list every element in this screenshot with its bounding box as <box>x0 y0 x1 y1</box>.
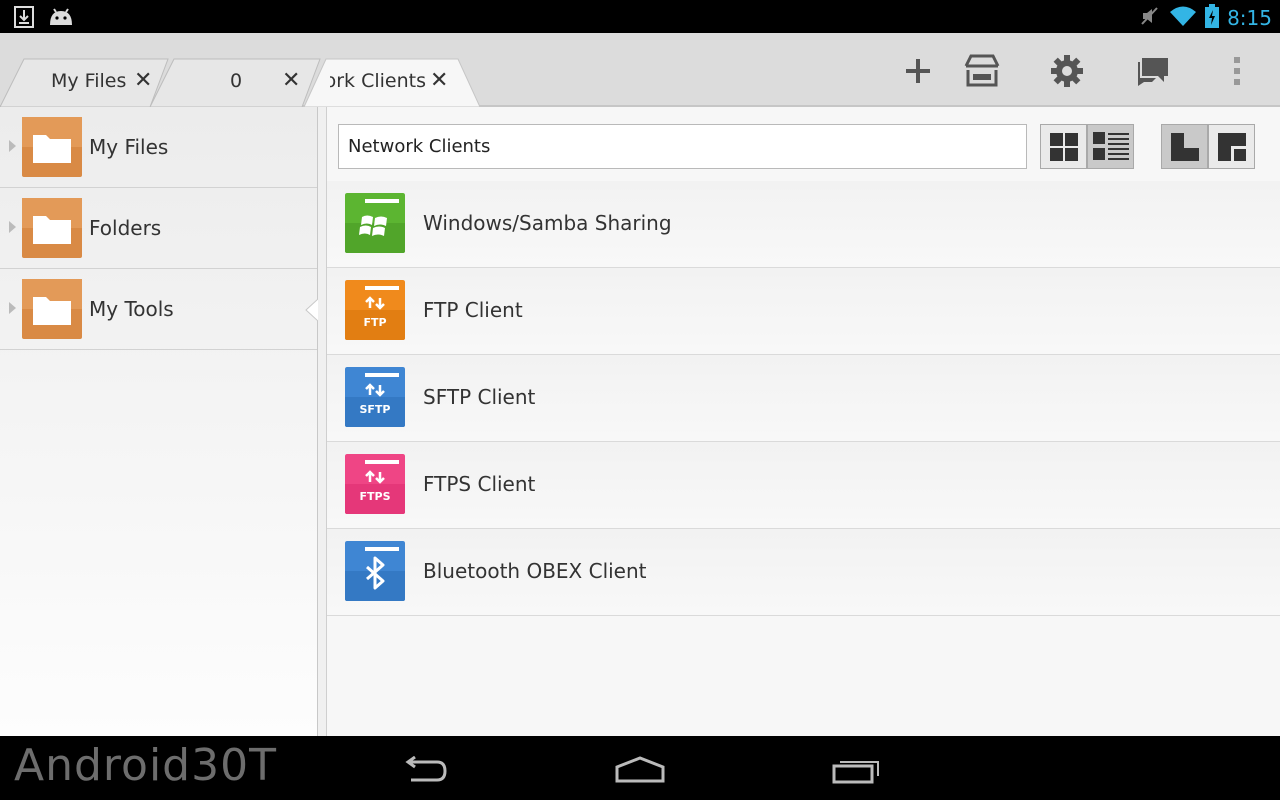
expand-arrow-icon[interactable] <box>9 302 16 314</box>
watermark-logo: Android30T <box>14 740 277 791</box>
android-debug-icon <box>48 7 74 31</box>
close-tab-icon[interactable]: ✕ <box>282 69 300 93</box>
add-icon <box>906 59 930 83</box>
add-button[interactable] <box>896 51 940 91</box>
recent-apps-icon <box>832 761 879 784</box>
download-notification-icon <box>14 6 34 32</box>
overflow-menu-icon <box>1234 57 1240 85</box>
file-list-panel: Windows/Samba Sharing FTP FTP Client SFT… <box>327 107 1280 736</box>
dual-pane-icon <box>1217 132 1246 161</box>
settings-button[interactable] <box>1045 51 1089 91</box>
sidebar-item-label: My Tools <box>89 297 174 321</box>
settings-icon <box>1051 55 1083 87</box>
tab-label: My Files <box>51 70 127 92</box>
battery-charging-icon <box>1205 4 1220 32</box>
list-item-windows-samba[interactable]: Windows/Samba Sharing <box>327 181 1280 268</box>
sidebar-item-my-tools[interactable]: My Tools <box>0 269 317 350</box>
list-item-label: Bluetooth OBEX Client <box>423 559 647 583</box>
status-bar: 8:15 <box>0 0 1280 33</box>
navigation-tree-panel: My Files Folders My Tools <box>0 107 318 736</box>
ftp-badge: FTP <box>363 316 386 329</box>
system-navigation-bar: Android30T <box>0 736 1280 800</box>
tab-my-files[interactable]: My Files ✕ <box>0 58 170 107</box>
sidebar-item-label: My Files <box>89 135 169 159</box>
ftp-icon: FTP <box>345 280 405 340</box>
overflow-menu-button[interactable] <box>1215 51 1259 91</box>
folder-icon <box>22 117 82 177</box>
tab-label: ork Clients <box>330 70 426 92</box>
close-tab-icon[interactable]: ✕ <box>430 69 448 93</box>
expand-arrow-icon[interactable] <box>9 140 16 152</box>
list-item-label: FTP Client <box>423 298 523 322</box>
grid-view-button[interactable] <box>1040 124 1087 169</box>
single-pane-icon <box>1170 132 1199 161</box>
wifi-icon <box>1169 5 1197 31</box>
list-item-label: FTPS Client <box>423 472 536 496</box>
path-input[interactable] <box>338 124 1027 169</box>
tab-network-clients[interactable]: ork Clients ✕ <box>304 58 482 107</box>
list-item-bluetooth-obex[interactable]: Bluetooth OBEX Client <box>327 529 1280 616</box>
sftp-icon: SFTP <box>345 367 405 427</box>
back-button[interactable] <box>394 752 454 788</box>
sidebar-item-folders[interactable]: Folders <box>0 188 317 269</box>
chat-button[interactable] <box>1131 51 1175 91</box>
list-view-button[interactable] <box>1087 124 1134 169</box>
recent-apps-button[interactable] <box>826 752 886 788</box>
back-icon <box>405 756 447 782</box>
status-clock: 8:15 <box>1227 6 1272 30</box>
bluetooth-icon <box>345 541 405 601</box>
tab-label: 0 <box>230 70 243 92</box>
tab-bar: My Files ✕ 0 ✕ ork Clients ✕ <box>0 33 1280 107</box>
chat-icon <box>1138 58 1168 86</box>
tab-storage-0[interactable]: 0 ✕ <box>150 58 322 107</box>
list-item-ftp[interactable]: FTP FTP Client <box>327 268 1280 355</box>
network-clients-list: Windows/Samba Sharing FTP FTP Client SFT… <box>327 181 1280 616</box>
single-pane-button[interactable] <box>1161 124 1208 169</box>
muted-icon <box>1139 5 1161 31</box>
folder-icon <box>22 198 82 258</box>
store-icon <box>964 54 1000 87</box>
home-icon <box>615 756 665 783</box>
ftps-badge: FTPS <box>359 490 390 503</box>
list-view-icon <box>1092 131 1129 160</box>
sidebar-item-label: Folders <box>89 216 162 240</box>
store-button[interactable] <box>960 51 1004 91</box>
sidebar-item-my-files[interactable]: My Files <box>0 107 317 188</box>
home-button[interactable] <box>610 752 670 788</box>
selected-item-pointer-icon <box>305 299 318 321</box>
list-item-ftps[interactable]: FTPS FTPS Client <box>327 442 1280 529</box>
grid-view-icon <box>1049 132 1078 161</box>
folder-icon <box>22 279 82 339</box>
sftp-badge: SFTP <box>359 403 390 416</box>
windows-samba-icon <box>345 193 405 253</box>
pane-divider[interactable] <box>318 107 327 736</box>
ftps-icon: FTPS <box>345 454 405 514</box>
list-item-sftp[interactable]: SFTP SFTP Client <box>327 355 1280 442</box>
list-item-label: SFTP Client <box>423 385 536 409</box>
dual-pane-button[interactable] <box>1208 124 1255 169</box>
list-item-label: Windows/Samba Sharing <box>423 211 672 235</box>
expand-arrow-icon[interactable] <box>9 221 16 233</box>
